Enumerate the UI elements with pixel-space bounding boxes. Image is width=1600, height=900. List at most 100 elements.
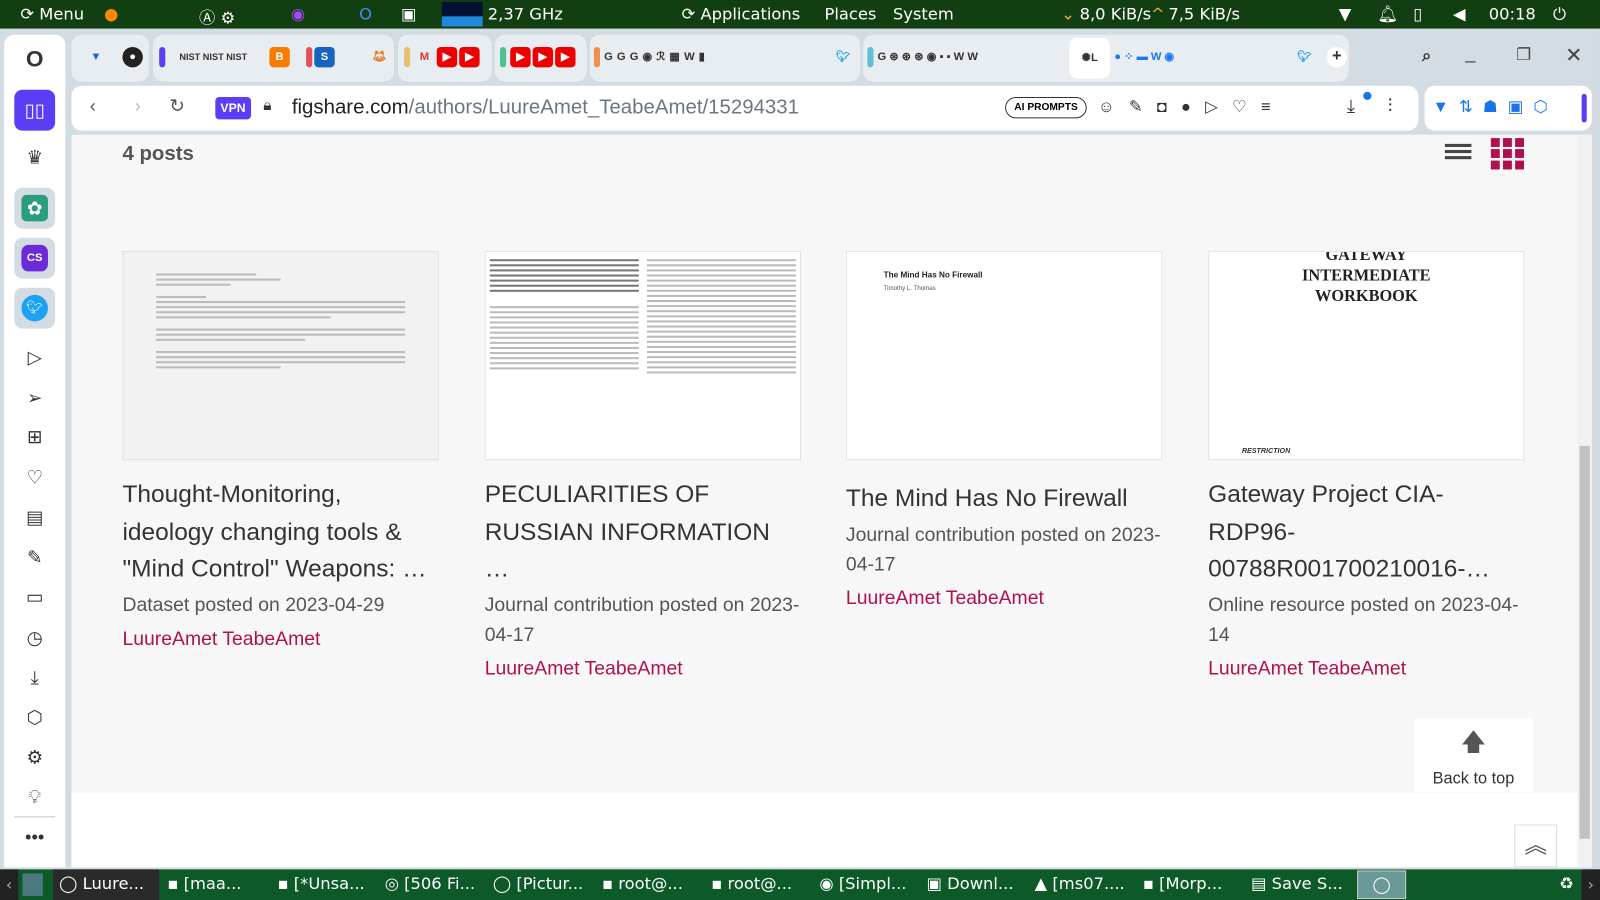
tips-icon[interactable]: 💡︎	[18, 781, 51, 814]
post-author-link[interactable]: LuureAmet TeabeAmet	[1208, 658, 1524, 680]
app-icon[interactable]: Ⓐ ⚙	[199, 4, 235, 28]
taskbar-scroll-right[interactable]: ›	[1581, 869, 1600, 900]
misc-tabs-icon[interactable]: G⊛⊛⊛◉▪▪WW	[878, 47, 1062, 67]
minimize-button[interactable]: _	[1465, 43, 1475, 64]
active-tab[interactable]: ✺L	[1069, 37, 1111, 79]
ai-prompts-button[interactable]: AI PROMPTS	[1005, 96, 1087, 119]
close-window-button[interactable]: ✕	[1565, 43, 1582, 69]
post-card[interactable]: PECULIARITIES OF RUSSIAN INFORMATION … J…	[484, 251, 802, 680]
player-icon[interactable]: ▷	[18, 341, 51, 374]
post-thumbnail[interactable]	[484, 251, 802, 461]
sidebar-toggle[interactable]	[1581, 93, 1587, 123]
scrollbar[interactable]	[1577, 134, 1592, 868]
task-item[interactable]: ◯ [Pictur...	[493, 873, 583, 892]
twitter-tab-icon[interactable]: 🐦︎	[1294, 47, 1314, 67]
settings-icon[interactable]: ⚙	[18, 741, 51, 774]
post-card[interactable]: Thought-Monitoring, ideology changing to…	[122, 251, 439, 650]
tor-icon[interactable]: ◉	[291, 4, 305, 23]
places-menu[interactable]: Places	[824, 4, 876, 23]
twitter-tab-icon[interactable]: 🐦︎	[833, 47, 853, 67]
post-title[interactable]: PECULIARITIES OF RUSSIAN INFORMATION …	[485, 477, 801, 589]
post-thumbnail[interactable]: GATEWAY INTERMEDIATE WORKBOOK RESTRICTIO…	[1208, 251, 1525, 461]
system-menu[interactable]: System	[893, 4, 954, 23]
grid-view-button[interactable]: ■■■ ■■■ ■■■	[1490, 135, 1526, 174]
history-icon[interactable]: ◷	[18, 621, 51, 654]
post-author-link[interactable]: LuureAmet TeabeAmet	[485, 658, 801, 680]
task-item[interactable]: ▤ Save S...	[1251, 873, 1343, 892]
devices-icon[interactable]: ▭	[18, 581, 51, 614]
speed-dial-icon[interactable]: ⊞	[18, 420, 51, 453]
post-author-link[interactable]: LuureAmet TeabeAmet	[122, 628, 438, 650]
task-item[interactable]: ▣ Downl...	[927, 873, 1014, 892]
tab-favicon[interactable]: S	[314, 46, 335, 68]
more-icon[interactable]: •••	[18, 820, 51, 853]
extensions-cube-icon[interactable]: ⬡	[18, 701, 51, 734]
menu-button[interactable]: ⟳ Menu	[20, 4, 84, 23]
scroll-top-icon[interactable]: ︽	[1514, 824, 1558, 868]
post-card[interactable]: GATEWAY INTERMEDIATE WORKBOOK RESTRICTIO…	[1208, 251, 1525, 680]
task-item[interactable]: ▪ [*Unsa...	[278, 873, 365, 892]
github-tab-icon[interactable]: ●	[122, 46, 143, 68]
post-card[interactable]: The Mind Has No Firewall Timothy L. Thom…	[845, 251, 1163, 610]
heart-icon[interactable]: ♡	[18, 461, 51, 494]
task-item[interactable]: ▪ root@...	[711, 873, 792, 892]
tab-favicon[interactable]: ▼	[86, 47, 106, 67]
wifi-icon[interactable]: ▼	[1339, 4, 1352, 23]
vpn-badge[interactable]: VPN	[215, 96, 251, 120]
send-icon[interactable]: ➢	[18, 382, 51, 415]
clock[interactable]: 00:18	[1489, 4, 1536, 23]
terminal-icon[interactable]: ▣	[401, 4, 416, 23]
youtube-tab-icon[interactable]: ▶	[436, 46, 458, 68]
new-tab-button[interactable]: +	[1326, 46, 1347, 68]
task-item[interactable]: ◎ [506 Fi...	[385, 873, 475, 892]
post-title[interactable]: Thought-Monitoring, ideology changing to…	[122, 477, 438, 589]
task-item[interactable]: ▪ [maa...	[167, 873, 241, 892]
downloads-icon[interactable]: ⤓	[18, 661, 51, 694]
bell-icon[interactable]: 🔔︎	[1378, 4, 1399, 23]
show-desktop-button[interactable]	[22, 873, 43, 896]
opera-icon[interactable]: O	[359, 4, 372, 23]
task-item[interactable]: ▪ [Morp...	[1143, 873, 1222, 892]
list-view-button[interactable]	[1444, 141, 1472, 162]
url-field[interactable]: figshare.com/authors/LuureAmet_TeabeAmet…	[292, 96, 799, 119]
news-icon[interactable]: ▤	[18, 501, 51, 534]
maximize-button[interactable]: ❐	[1516, 45, 1531, 65]
address-bar-actions[interactable]: ☺✎◘●▷♡≡	[1098, 97, 1285, 117]
google-tabs-icon[interactable]: GGG◉ℛ▦W▮	[604, 47, 849, 67]
nist-tabs-icon[interactable]: NIST NIST NIST	[178, 47, 249, 67]
reading-list-icon[interactable]: ▯▯	[14, 89, 56, 131]
easy-setup-icon[interactable]: ⫶	[1388, 96, 1393, 117]
post-thumbnail[interactable]: The Mind Has No Firewall Timothy L. Thom…	[845, 251, 1163, 461]
chatgpt-icon[interactable]: ✿	[14, 187, 56, 229]
post-title[interactable]: Gateway Project CIA-RDP96-00788R00170021…	[1208, 477, 1524, 589]
twitter-icon[interactable]: 🐦︎	[14, 287, 56, 329]
task-item[interactable]: ◉ [Simpl...	[819, 873, 906, 892]
youtube-tab-icon[interactable]: ▶	[532, 46, 554, 68]
extension-icons[interactable]: ▼⇅☗▣⬡	[1433, 97, 1558, 117]
search-tabs-icon[interactable]: ⌕	[1416, 47, 1436, 67]
misc-tabs-icon[interactable]: ●⁘▬W◉	[1114, 47, 1277, 67]
youtube-tab-icon[interactable]: ▶	[459, 46, 480, 68]
youtube-tab-icon[interactable]: ▶	[555, 46, 576, 68]
power-icon[interactable]: ⏻	[1553, 4, 1566, 24]
post-title[interactable]: The Mind Has No Firewall	[846, 481, 1162, 518]
reload-button[interactable]: ↻	[169, 96, 184, 117]
scrollbar-thumb[interactable]	[1579, 445, 1590, 839]
applications-menu[interactable]: ⟳ Applications	[682, 4, 801, 23]
task-item[interactable]: ▪ root@...	[602, 873, 683, 892]
lock-icon[interactable]: 🔒︎	[263, 97, 271, 114]
trash-icon[interactable]: ♻	[1559, 873, 1574, 892]
task-item-opera[interactable]: ◯	[1357, 870, 1407, 899]
gmail-tab-icon[interactable]: M	[414, 47, 434, 67]
forward-button[interactable]: ›	[135, 96, 141, 117]
opera-logo-icon[interactable]: O	[18, 43, 51, 76]
back-to-top-button[interactable]: 🡅 Back to top	[1414, 718, 1533, 792]
post-thumbnail[interactable]	[122, 251, 439, 461]
metamask-tab-icon[interactable]: 🦊︎	[369, 47, 389, 67]
crown-icon[interactable]: ♛	[18, 141, 51, 174]
cs-icon[interactable]: CS	[14, 237, 56, 279]
download-button[interactable]: ⤓	[1347, 96, 1355, 117]
post-author-link[interactable]: LuureAmet TeabeAmet	[846, 587, 1162, 609]
pin-icon[interactable]: ✎	[18, 541, 51, 574]
taskbar-scroll-left[interactable]: ‹	[0, 869, 19, 900]
